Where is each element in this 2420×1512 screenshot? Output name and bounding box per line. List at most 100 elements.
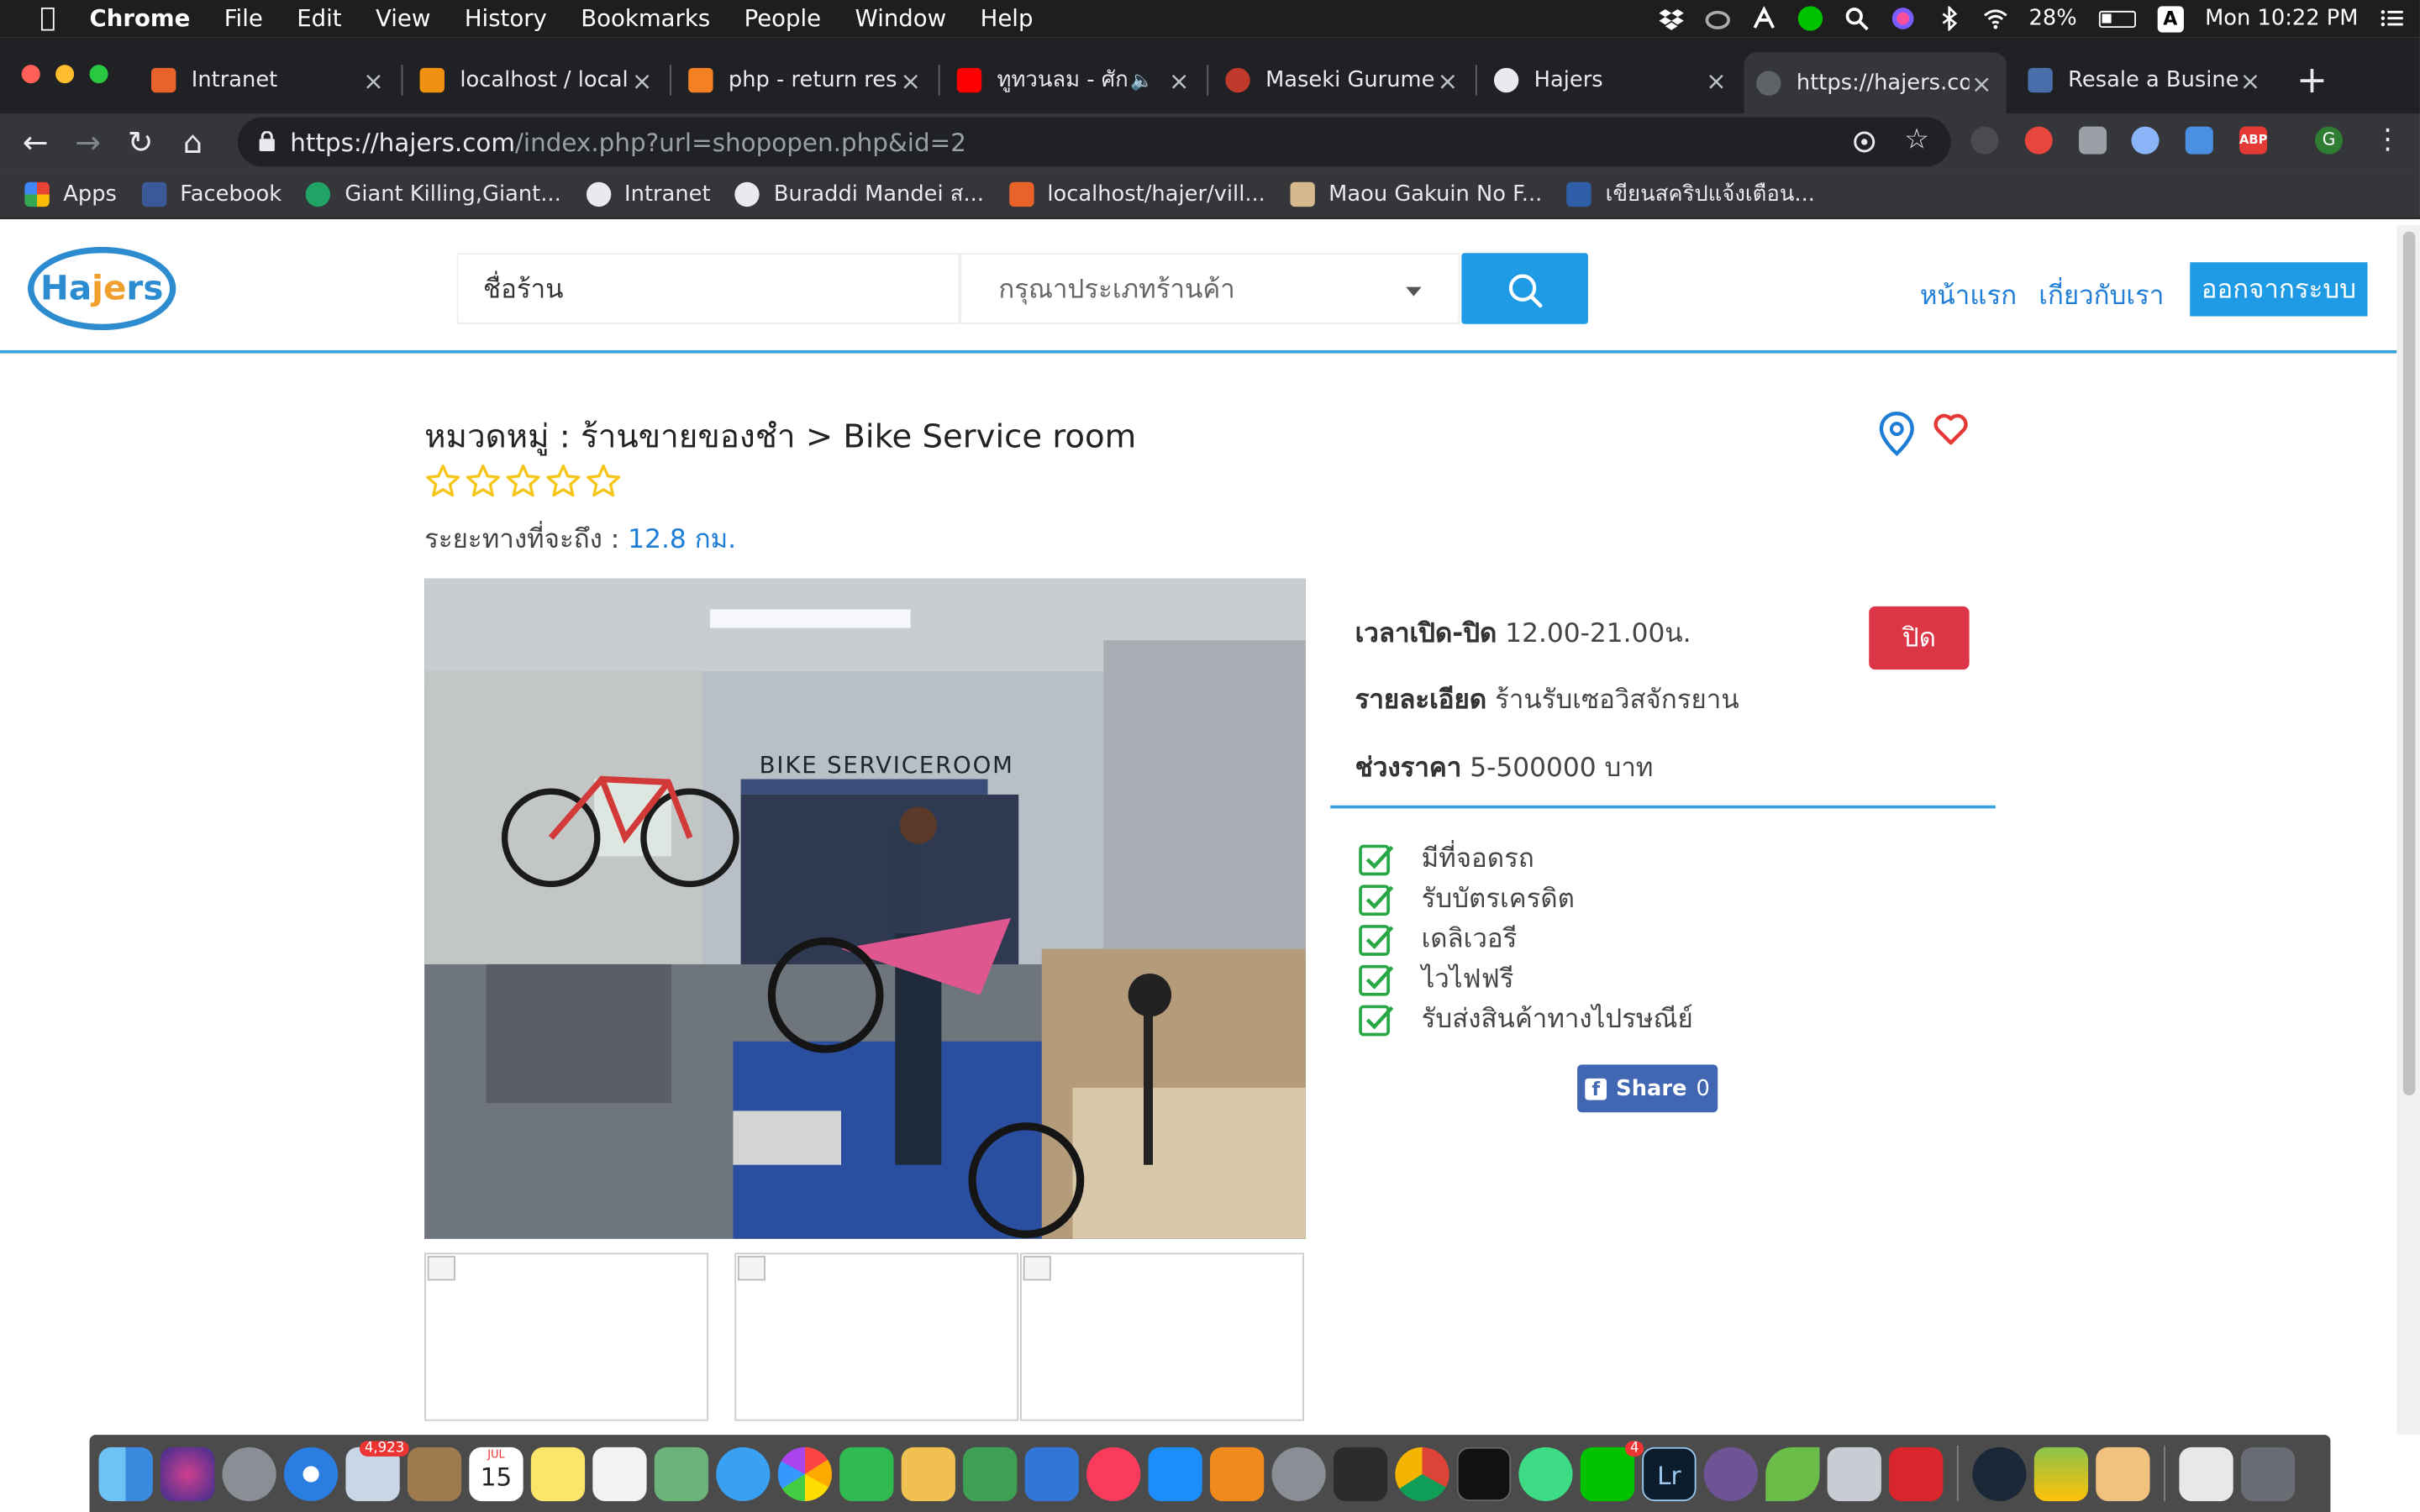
star-icon[interactable] — [424, 463, 461, 500]
back-arrow-icon[interactable]: ← — [9, 123, 61, 160]
pages-icon[interactable] — [901, 1446, 955, 1501]
logout-button[interactable]: ออกจากระบบ — [2190, 262, 2368, 317]
shop-thumbnail-2[interactable] — [734, 1252, 1019, 1421]
lock-icon[interactable] — [259, 131, 275, 151]
menu-app-name[interactable]: Chrome — [90, 5, 191, 33]
screenshot-extension-icon[interactable] — [2079, 126, 2107, 155]
system-preferences-icon[interactable] — [1271, 1446, 1326, 1501]
close-window-button[interactable] — [21, 65, 40, 84]
bookmark-intranet[interactable]: Intranet — [586, 181, 711, 207]
dropbox-icon[interactable] — [1658, 6, 1684, 30]
address-bar[interactable]: https://hajers.com/index.php?url=shopope… — [237, 117, 1951, 167]
tab-close-icon[interactable]: × — [1970, 69, 1994, 98]
menubar-clock[interactable]: Mon 10:22 PM — [2205, 6, 2358, 30]
nav-home-link[interactable]: หน้าแรก — [1920, 275, 2017, 317]
menu-people[interactable]: People — [744, 5, 822, 33]
tab-close-icon[interactable]: × — [2238, 66, 2262, 95]
facebook-share-button[interactable]: f Share 0 — [1577, 1064, 1718, 1113]
page-scrollbar[interactable] — [2396, 225, 2420, 1436]
star-icon[interactable] — [585, 463, 622, 500]
tab-intranet[interactable]: Intranet × — [139, 52, 398, 108]
menu-edit[interactable]: Edit — [297, 5, 341, 33]
tab-w3[interactable]: Resale a Busine: × — [2016, 52, 2275, 108]
zoom-window-button[interactable] — [89, 65, 108, 84]
bookmark-buraddi[interactable]: Buraddi Mandei ส... — [734, 176, 984, 210]
maps-icon[interactable] — [654, 1446, 709, 1501]
facetime-icon[interactable] — [839, 1446, 894, 1501]
sync-extension-icon[interactable] — [1970, 126, 1999, 155]
keynote-icon[interactable] — [1024, 1446, 1079, 1501]
bookmark-star-icon[interactable]: ☆ — [1904, 123, 1929, 156]
shop-type-select[interactable]: กรุณาประเภทร้านค้า — [960, 253, 1460, 324]
nav-about-link[interactable]: เกี่ยวกับเรา — [2039, 275, 2164, 317]
script-icon[interactable] — [1751, 6, 1776, 30]
finder-icon[interactable] — [98, 1446, 153, 1501]
menu-help[interactable]: Help — [981, 5, 1034, 33]
tab-stackoverflow[interactable]: php - return resu × — [676, 52, 935, 108]
tab-close-icon[interactable]: × — [629, 66, 654, 95]
archive-utility-icon[interactable] — [2096, 1446, 2150, 1501]
menu-bookmarks[interactable]: Bookmarks — [581, 5, 710, 33]
android-studio-icon[interactable] — [1518, 1446, 1573, 1501]
apple-menu-icon[interactable]:  — [34, 3, 61, 34]
menu-history[interactable]: History — [465, 5, 547, 33]
hajers-logo[interactable]: Ha je rs — [28, 246, 176, 331]
forward-arrow-icon[interactable]: → — [61, 123, 113, 160]
shop-thumbnail-3[interactable] — [1020, 1252, 1305, 1421]
bookmark-facebook[interactable]: Facebook — [141, 181, 281, 207]
books-icon[interactable] — [1209, 1446, 1265, 1501]
shop-name-input[interactable]: ชื่อร้าน — [456, 253, 960, 324]
star-icon[interactable] — [465, 463, 502, 500]
battery-icon[interactable] — [2098, 9, 2136, 28]
launchpad-icon[interactable] — [222, 1446, 276, 1501]
notification-center-icon[interactable] — [2380, 6, 2404, 30]
new-tab-button[interactable]: + — [2296, 59, 2328, 102]
tab-youtube[interactable]: ทูทวนลม - ศักด 🔈 × — [944, 52, 1204, 108]
search-button[interactable] — [1461, 253, 1588, 324]
line-menubar-icon[interactable] — [1797, 6, 1823, 31]
wifi-icon[interactable] — [1982, 6, 2007, 30]
minimize-window-button[interactable] — [55, 65, 75, 84]
tab-hajers[interactable]: Hajers × — [1481, 52, 1741, 108]
reload-icon[interactable]: ↻ — [114, 123, 166, 160]
download-extension-icon[interactable] — [2185, 126, 2213, 155]
tab-hajers-active[interactable]: https://hajers.co × — [1744, 52, 2007, 114]
input-source-icon[interactable]: A — [2157, 5, 2184, 32]
sourcetree-icon[interactable] — [1765, 1446, 1820, 1501]
terminal-icon[interactable] — [1456, 1446, 1512, 1501]
bookmark-apps[interactable]: Apps — [24, 181, 117, 207]
speaker-icon[interactable]: 🔈 — [1129, 70, 1154, 92]
shop-status-closed-button[interactable]: ปิด — [1869, 606, 1970, 670]
github-desktop-icon[interactable] — [1703, 1446, 1759, 1501]
home-icon[interactable]: ⌂ — [166, 123, 218, 160]
profile-avatar[interactable]: G — [2315, 126, 2344, 155]
bookmark-notify-script[interactable]: เขียนสคริปแจ้งเตือน... — [1566, 176, 1815, 210]
siri-icon[interactable] — [1890, 6, 1914, 30]
star-icon[interactable] — [544, 463, 581, 500]
safari-icon[interactable] — [283, 1446, 339, 1501]
menu-window[interactable]: Window — [855, 5, 947, 33]
scrollbar-thumb[interactable] — [2402, 231, 2416, 1096]
circle-extension-icon[interactable] — [2131, 126, 2160, 155]
line-dock-icon[interactable]: 4 — [1580, 1440, 1644, 1501]
bookmark-maou-gakuin[interactable]: Maou Gakuin No F... — [1290, 181, 1542, 207]
bluestacks-icon[interactable] — [2033, 1446, 2089, 1501]
messages-icon[interactable] — [716, 1446, 771, 1501]
tab-close-icon[interactable]: × — [898, 66, 923, 95]
notes-icon[interactable] — [530, 1446, 586, 1501]
tab-maseki[interactable]: Maseki Gurume: × — [1213, 52, 1473, 108]
favorite-heart-icon[interactable] — [1933, 411, 1970, 448]
bluetooth-icon[interactable] — [1936, 6, 1960, 31]
mail-icon[interactable]: 4,923 — [345, 1440, 409, 1501]
app-store-icon[interactable] — [1148, 1446, 1202, 1501]
tab-close-icon[interactable]: × — [361, 66, 386, 95]
menu-file[interactable]: File — [224, 5, 263, 33]
tab-localhost-phpmyadmin[interactable]: localhost / localh × — [408, 52, 667, 108]
siri-dock-icon[interactable] — [160, 1446, 215, 1501]
tab-close-icon[interactable]: × — [1167, 66, 1192, 95]
shield-app-icon[interactable] — [1889, 1446, 1944, 1501]
numbers-icon[interactable] — [963, 1446, 1018, 1501]
downloads-stack-icon[interactable] — [2179, 1446, 2233, 1501]
rating-stars[interactable] — [424, 463, 622, 500]
tab-close-icon[interactable]: × — [1704, 66, 1728, 95]
